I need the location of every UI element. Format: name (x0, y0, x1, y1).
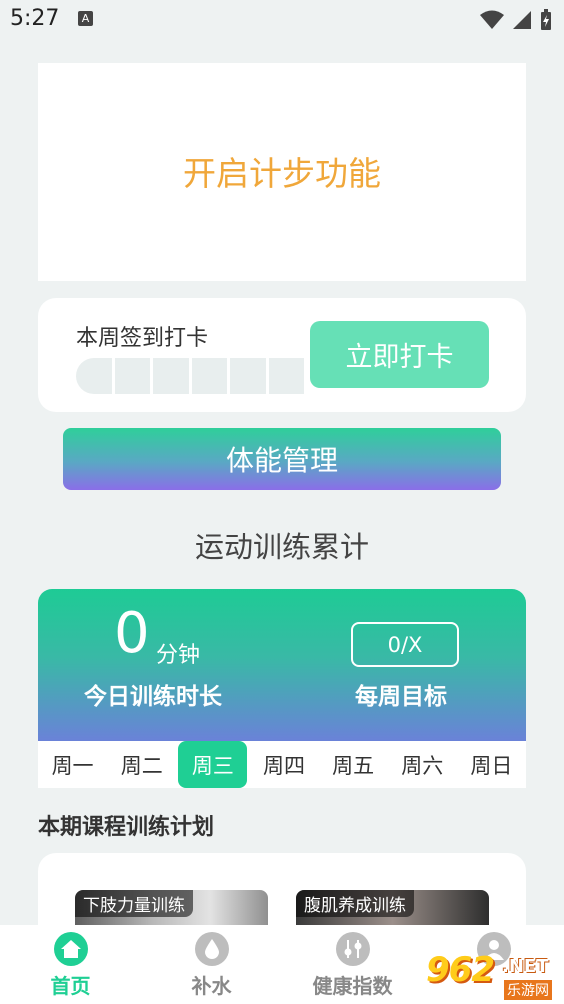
tab-health-index[interactable]: 健康指数 (282, 925, 423, 1004)
tab-water-label: 补水 (191, 974, 232, 998)
fitness-management-button[interactable]: 体能管理 (63, 428, 501, 490)
checkin-day-segment (192, 358, 230, 394)
today-duration-unit: 分钟 (156, 643, 201, 668)
status-icons (480, 9, 552, 31)
step-counter-card[interactable]: 开启计步功能 (38, 63, 526, 281)
enable-step-counter-label[interactable]: 开启计步功能 (38, 147, 526, 195)
home-icon (53, 932, 88, 966)
water-drop-icon (194, 932, 229, 966)
watermark-subtitle: 乐游网 (504, 980, 552, 1000)
tab-home[interactable]: 首页 (0, 925, 141, 1004)
weekday-tab-fri[interactable]: 周五 (319, 741, 388, 788)
tab-health-index-label: 健康指数 (312, 974, 393, 998)
checkin-day-segment (115, 358, 153, 394)
tab-water[interactable]: 补水 (141, 925, 282, 1004)
today-duration-value: 0 (114, 601, 150, 666)
weekday-tab-tue[interactable]: 周二 (107, 741, 176, 788)
weekday-tab-thu[interactable]: 周四 (249, 741, 318, 788)
training-section-title: 运动训练累计 (194, 530, 369, 564)
checkin-day-segment (230, 358, 269, 394)
checkin-button[interactable]: 立即打卡 (310, 321, 489, 388)
weekday-tab-mon[interactable]: 周一 (38, 741, 107, 788)
battery-icon (541, 9, 551, 30)
checkin-day-segment (269, 358, 305, 394)
status-bar: 5:27 A (0, 0, 564, 38)
notification-icon: A (78, 11, 93, 26)
course-label: 下肢力量训练 (75, 890, 193, 917)
weekday-tab-wed[interactable]: 周三 (178, 741, 248, 788)
today-duration-label: 今日训练时长 (84, 684, 222, 710)
checkin-title: 本周签到打卡 (76, 326, 209, 351)
watermark-suffix: .NET (502, 956, 549, 977)
plan-section-title: 本期课程训练计划 (38, 815, 215, 840)
checkin-card: 本周签到打卡 立即打卡 (38, 298, 526, 412)
training-stats-card: 0 分钟 今日训练时长 0/X 每周目标 (38, 589, 526, 741)
course-label: 腹肌养成训练 (296, 890, 414, 917)
checkin-day-segment (153, 358, 192, 394)
checkin-day-segment (76, 358, 115, 394)
watermark-logo: 962 .NET 乐游网 (424, 950, 558, 1000)
weekday-tab-sat[interactable]: 周六 (388, 741, 457, 788)
checkin-progress-bar (76, 358, 304, 394)
watermark-brand: 962 (426, 950, 495, 990)
wifi-icon (480, 10, 504, 29)
weekday-tab-sun[interactable]: 周日 (457, 741, 526, 788)
signal-icon (513, 11, 531, 29)
status-time: 5:27 (10, 6, 60, 31)
weekly-goal-value[interactable]: 0/X (351, 622, 459, 667)
sliders-icon (335, 932, 370, 966)
weekly-goal-label: 每周目标 (355, 684, 447, 710)
tab-home-label: 首页 (50, 974, 91, 998)
weekday-selector: 周一 周二 周三 周四 周五 周六 周日 (38, 741, 526, 788)
